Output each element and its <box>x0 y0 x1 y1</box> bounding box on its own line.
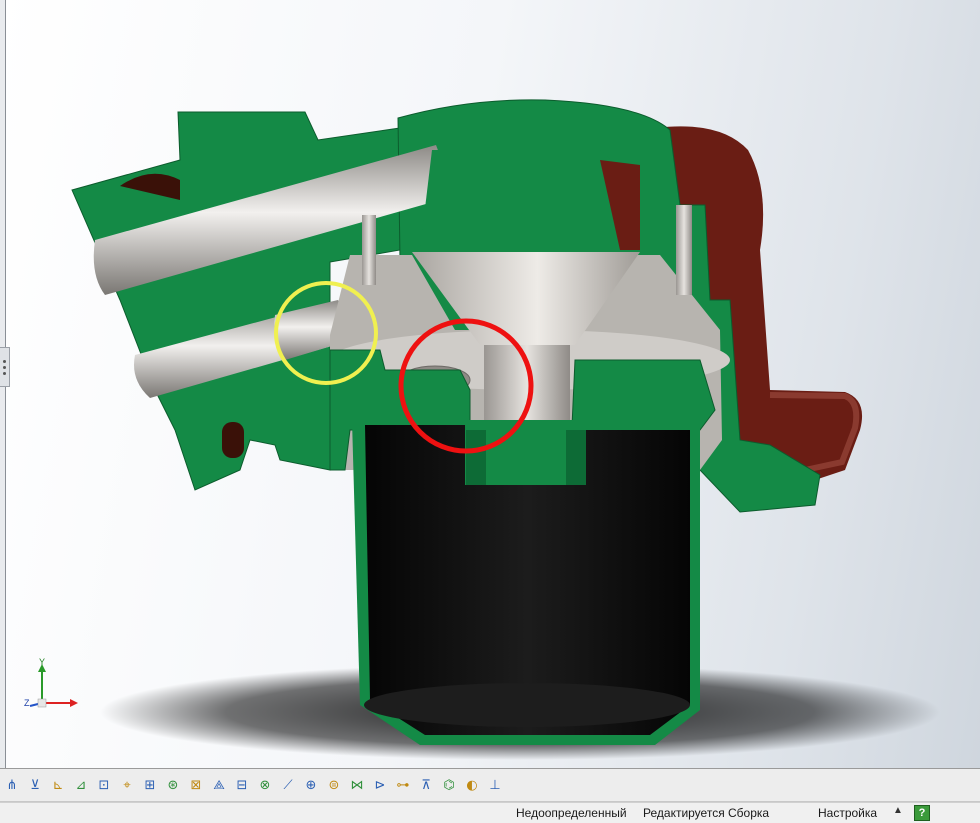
mate-tool-8-button[interactable]: ⊛ <box>163 774 183 796</box>
status-edit-state: Редактируется Сборка <box>643 806 770 820</box>
mate-tool-21-button[interactable]: ◐ <box>462 774 482 796</box>
mate-tool-22-button[interactable]: ⊥ <box>485 774 505 796</box>
mate-tool-15-button[interactable]: ⊜ <box>324 774 344 796</box>
mate-tool-9-button[interactable]: ⊠ <box>186 774 206 796</box>
view-triad <box>29 664 78 708</box>
mate-tool-11-button[interactable]: ⊟ <box>232 774 252 796</box>
graphics-viewport[interactable]: Y Z <box>0 0 980 768</box>
mate-tool-3-button[interactable]: ⊾ <box>48 774 68 796</box>
mate-tool-6-button[interactable]: ⌖ <box>117 774 137 796</box>
mate-tool-17-button[interactable]: ⊳ <box>370 774 390 796</box>
mate-tool-5-button[interactable]: ⊡ <box>94 774 114 796</box>
mate-tool-13-button[interactable]: ⟋ <box>278 774 298 796</box>
mate-tool-10-button[interactable]: ⟁ <box>209 774 229 796</box>
mate-tool-7-button[interactable]: ⊞ <box>140 774 160 796</box>
chevron-up-icon[interactable]: ▲ <box>893 805 903 816</box>
mate-tool-19-button[interactable]: ⊼ <box>416 774 436 796</box>
section-view-model <box>29 99 940 760</box>
triad-y-label: Y <box>39 657 46 667</box>
mate-tool-14-button[interactable]: ⊕ <box>301 774 321 796</box>
mate-tool-1-button[interactable]: ⋔ <box>2 774 22 796</box>
sketch-tool-button[interactable]: ⊿ <box>71 774 91 796</box>
cone-top-green <box>420 150 632 250</box>
triad-z-label: Z <box>24 698 30 708</box>
filter-bottom <box>364 683 690 727</box>
mate-tool-12-button[interactable]: ⊗ <box>255 774 275 796</box>
status-bar: Недоопределенный Редактируется Сборка На… <box>0 802 980 823</box>
stud-right <box>676 205 692 295</box>
mate-tool-2-button[interactable]: ⊻ <box>25 774 45 796</box>
recess-pocket-2 <box>222 422 244 458</box>
mate-tool-18-button[interactable]: ⊶ <box>393 774 413 796</box>
stud-left <box>362 215 376 285</box>
status-settings-menu[interactable]: Настройка <box>818 806 877 820</box>
status-definition-state: Недоопределенный <box>516 806 627 820</box>
mate-toolbar: ⋔ ⊻ ⊾ ⊿ ⊡ ⌖ ⊞ ⊛ ⊠ ⟁ ⊟ ⊗ ⟋ ⊕ ⊜ ⋈ ⊳ ⊶ ⊼ ⌬ ◐ ⊥ <box>0 768 980 802</box>
help-icon[interactable]: ? <box>914 805 930 821</box>
mate-tool-16-button[interactable]: ⋈ <box>347 774 367 796</box>
mate-tool-20-button[interactable]: ⌬ <box>439 774 459 796</box>
